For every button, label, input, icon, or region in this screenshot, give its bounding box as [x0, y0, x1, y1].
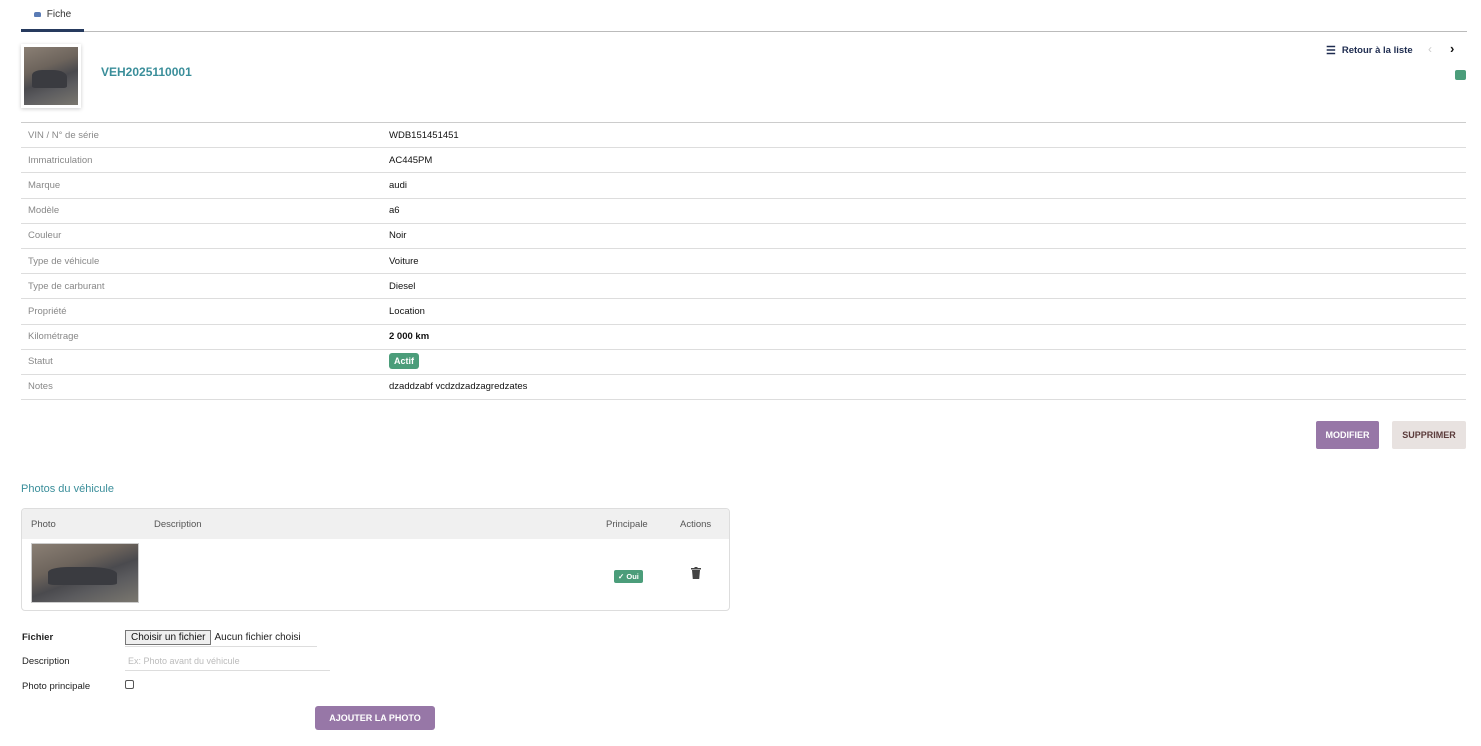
car-image	[32, 544, 138, 602]
choose-file-button[interactable]: Choisir un fichier	[125, 629, 212, 645]
value-text: audi	[389, 179, 407, 191]
delete-button[interactable]: SUPPRIMER	[1392, 421, 1466, 449]
field-value: WDB151451451	[389, 130, 459, 141]
field-value: Noir	[389, 230, 406, 241]
field-label: Statut	[28, 356, 53, 368]
field-label: Type de véhicule	[28, 255, 100, 267]
detail-row: Modèle a6	[21, 199, 1466, 224]
detail-row: Statut Actif	[21, 350, 1466, 375]
vehicle-details: VIN / N° de série WDB151451451 Immatricula…	[21, 122, 1466, 401]
value-text: Diesel	[389, 280, 416, 292]
detail-row: Propriété Location	[21, 299, 1466, 325]
value-text: dzaddzabf vcdzdzadzagredzates	[389, 381, 528, 393]
col-actions: Actions	[680, 519, 712, 530]
list-icon: ☰	[1326, 45, 1336, 57]
field-label: Modèle	[28, 205, 60, 217]
principal-label: Photo principale	[22, 681, 91, 692]
col-description: Description	[154, 519, 202, 530]
back-to-list-link[interactable]: ☰ Retour à la liste	[1326, 44, 1413, 57]
tab-fiche[interactable]: Fiche	[21, 0, 84, 32]
value-text: Voiture	[389, 255, 419, 267]
field-value: a6	[389, 205, 400, 216]
photo-thumbnail	[31, 543, 139, 603]
previous-record-button[interactable]: ‹	[1428, 42, 1432, 56]
modify-button[interactable]: MODIFIER	[1316, 421, 1379, 449]
field-label: Kilométrage	[28, 331, 79, 343]
table-header: Photo Description Principale Actions	[22, 509, 729, 539]
field-label: Immatriculation	[28, 154, 93, 166]
photos-table: Photo Description Principale Actions ✓ O…	[21, 508, 730, 611]
file-input[interactable]: Choisir un fichier Aucun fichier choisi	[125, 628, 317, 647]
detail-row: Couleur Noir	[21, 224, 1466, 249]
field-label: Type de carburant	[28, 280, 105, 292]
field-value: Diesel	[389, 281, 415, 292]
field-value: AC445PM	[389, 155, 432, 166]
value-text: a6	[389, 205, 400, 217]
description-input[interactable]	[125, 651, 330, 671]
value-text: WDB151451451	[389, 129, 459, 141]
col-photo: Photo	[31, 519, 56, 530]
detail-row: Type de carburant Diesel	[21, 274, 1466, 300]
value-text: Noir	[389, 230, 407, 242]
value-text: 2 000 km	[389, 331, 430, 343]
field-value: 2 000 km	[389, 331, 429, 342]
col-principal: Principale	[606, 519, 648, 530]
principal-checkbox[interactable]	[125, 680, 134, 689]
add-photo-button[interactable]: AJOUTER LA PHOTO	[315, 706, 435, 730]
field-label: Marque	[28, 179, 61, 191]
field-value: audi	[389, 180, 407, 191]
car-image	[24, 47, 78, 105]
back-label: Retour à la liste	[1341, 45, 1413, 56]
principal-badge: ✓ Oui	[614, 570, 643, 583]
field-value: Location	[389, 306, 425, 317]
field-label: Couleur	[28, 230, 62, 242]
field-value: dzaddzabf vcdzdzadzagredzates	[389, 381, 527, 392]
file-status: Aucun fichier choisi	[214, 631, 301, 643]
next-record-button[interactable]: ›	[1450, 41, 1454, 56]
status-indicator	[1455, 70, 1466, 80]
vehicle-thumbnail	[21, 44, 81, 108]
field-label: VIN / N° de série	[28, 129, 99, 141]
field-value: Voiture	[389, 256, 419, 267]
file-label: Fichier	[22, 632, 54, 643]
field-label: Notes	[28, 381, 53, 393]
car-icon	[33, 12, 41, 17]
detail-row: Kilométrage 2 000 km	[21, 325, 1466, 350]
detail-row: Type de véhicule Voiture	[21, 249, 1466, 275]
vehicle-title: VEH2025110001	[101, 65, 192, 79]
tab-label: Fiche	[46, 9, 72, 20]
trash-icon[interactable]	[691, 567, 701, 579]
value-text: Location	[389, 305, 425, 317]
field-value: Actif	[389, 353, 419, 370]
table-row: ✓ Oui	[22, 539, 729, 610]
detail-row: Notes dzaddzabf vcdzdzadzagredzates	[21, 375, 1466, 401]
detail-row: VIN / N° de série WDB151451451	[21, 123, 1466, 149]
tab-bar: Fiche	[21, 0, 1467, 32]
photos-section-title: Photos du véhicule	[21, 483, 114, 495]
detail-row: Marque audi	[21, 173, 1466, 199]
detail-row: Immatriculation AC445PM	[21, 148, 1466, 174]
status-badge: Actif	[389, 353, 419, 370]
field-label: Propriété	[28, 305, 67, 317]
value-text: AC445PM	[389, 154, 433, 166]
description-label: Description	[22, 656, 70, 667]
